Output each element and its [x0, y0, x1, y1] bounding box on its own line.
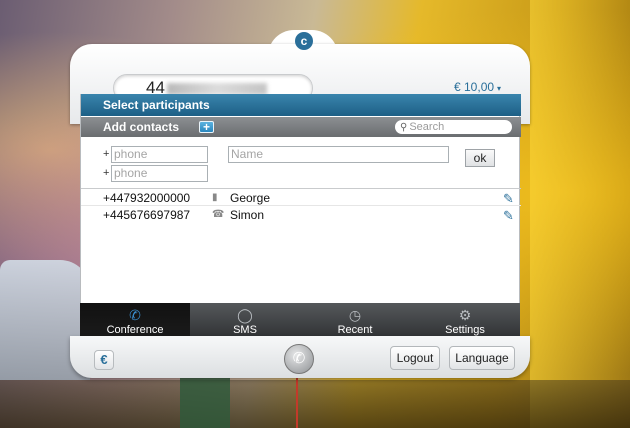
chevron-down-icon: ▾ — [497, 84, 502, 93]
participant-number: +445676697987 — [103, 208, 191, 222]
tab-label: Recent — [337, 324, 373, 336]
app-logo-icon: c — [295, 32, 313, 50]
euro-button[interactable]: € — [94, 350, 114, 370]
participant-row[interactable]: +447932000000 ▮ George ✎ — [81, 188, 521, 206]
widget-footer: € ✆ Logout Language — [70, 336, 530, 378]
search-placeholder: Search — [409, 121, 445, 133]
tab-conference[interactable]: ✆ Conference — [80, 303, 190, 339]
participant-number: +447932000000 — [103, 191, 191, 205]
ok-button[interactable]: ok — [465, 149, 495, 167]
plus-sign: + — [103, 167, 110, 179]
search-input[interactable]: ⚲ Search — [395, 120, 512, 134]
name-field[interactable]: Name — [228, 146, 449, 163]
plus-sign: + — [103, 148, 110, 160]
clock-icon: ◷ — [348, 307, 362, 323]
add-contact-button[interactable]: + — [199, 121, 214, 133]
speech-bubble-icon: ◯ — [237, 307, 253, 323]
search-icon: ⚲ — [400, 122, 408, 133]
tab-recent[interactable]: ◷ Recent — [300, 303, 410, 339]
background-street — [0, 380, 630, 428]
phone-field-2[interactable]: phone — [111, 165, 208, 182]
phone-field-1[interactable]: phone — [111, 146, 208, 163]
gear-icon: ⚙ — [458, 307, 472, 323]
tab-label: Settings — [445, 324, 485, 336]
tab-label: Conference — [106, 324, 164, 336]
tab-label: SMS — [233, 324, 257, 336]
background-sign — [180, 370, 230, 428]
phone-handset-icon: ✆ — [292, 350, 306, 367]
language-button[interactable]: Language — [449, 346, 515, 370]
logout-button[interactable]: Logout — [390, 346, 440, 370]
bottom-nav: ✆ Conference ◯ SMS ◷ Recent ⚙ Settings — [80, 303, 520, 339]
participant-name: George — [230, 191, 271, 205]
obscured-number — [166, 82, 267, 95]
participant-name: Simon — [230, 208, 265, 222]
main-panel: Select participants Add contacts + ⚲ Sear… — [80, 94, 521, 338]
background-taxi — [530, 0, 630, 428]
conference-widget: 44 € 10,00 ▾ c Select participants Add co… — [68, 30, 532, 378]
balance-value: € 10,00 — [454, 80, 495, 94]
balance-dropdown[interactable]: € 10,00 ▾ — [454, 80, 501, 94]
contacts-toolbar: Add contacts + ⚲ Search — [81, 117, 521, 137]
mobile-icon: ▮ — [212, 192, 218, 203]
call-button[interactable]: ✆ — [284, 344, 314, 374]
participant-row[interactable]: +445676697987 ☎ Simon ✎ — [81, 206, 521, 224]
add-contacts-label: Add contacts — [103, 120, 180, 134]
landline-icon: ☎ — [212, 209, 225, 220]
widget-cable — [296, 372, 298, 428]
pencil-icon[interactable]: ✎ — [503, 207, 514, 225]
tab-settings[interactable]: ⚙ Settings — [410, 303, 520, 339]
tab-sms[interactable]: ◯ SMS — [190, 303, 300, 339]
panel-title: Select participants — [81, 94, 521, 116]
phone-icon: ✆ — [129, 307, 141, 323]
